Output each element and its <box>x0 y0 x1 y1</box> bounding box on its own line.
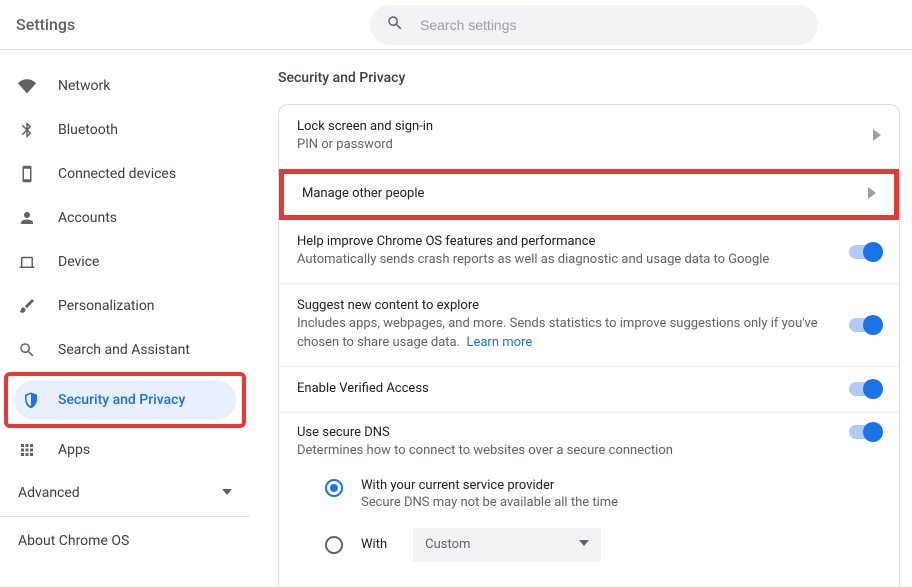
chevron-right-icon <box>873 129 881 145</box>
person-icon <box>18 209 36 227</box>
sidebar-item-apps[interactable]: Apps <box>0 428 250 472</box>
row-sub: Includes apps, webpages, and more. Sends… <box>297 315 849 351</box>
radio-title: With your current service provider <box>361 478 618 493</box>
row-manage-people[interactable]: Manage other people <box>284 174 894 215</box>
search-input[interactable] <box>420 17 802 33</box>
toggle-help-improve[interactable] <box>849 245 881 259</box>
brush-icon <box>18 297 36 315</box>
sidebar-item-label: Connected devices <box>58 166 176 182</box>
sidebar-item-label: Bluetooth <box>58 122 118 138</box>
toggle-secure-dns[interactable] <box>849 425 881 439</box>
sidebar-item-device[interactable]: Device <box>0 240 250 284</box>
phone-icon <box>18 165 36 183</box>
row-title: Manage other people <box>302 186 424 201</box>
sidebar-item-label: Accounts <box>58 210 117 226</box>
settings-card: Lock screen and sign-in PIN or password … <box>278 104 900 587</box>
radio-title: With <box>361 537 387 552</box>
chevron-right-icon <box>868 187 876 203</box>
toggle-suggest-content[interactable] <box>849 318 881 332</box>
dns-option-current-provider[interactable]: With your current service provider Secur… <box>325 478 881 510</box>
learn-more-link[interactable]: Learn more <box>466 335 532 350</box>
dns-option-custom[interactable]: With Custom <box>325 528 881 562</box>
search-icon <box>386 14 404 36</box>
laptop-icon <box>18 253 36 271</box>
row-help-improve: Help improve Chrome OS features and perf… <box>279 220 899 284</box>
sidebar-advanced-label: Advanced <box>18 485 80 501</box>
row-title: Lock screen and sign-in <box>297 119 873 134</box>
row-title: Help improve Chrome OS features and perf… <box>297 234 849 249</box>
sidebar-about[interactable]: About Chrome OS <box>0 517 250 565</box>
row-sub: Determines how to connect to websites ov… <box>297 442 673 460</box>
sidebar-advanced[interactable]: Advanced <box>0 474 250 512</box>
sidebar-item-label: Security and Privacy <box>58 392 185 408</box>
dns-custom-select[interactable]: Custom <box>413 528 601 562</box>
sidebar-item-connected-devices[interactable]: Connected devices <box>0 152 250 196</box>
sidebar-item-label: Search and Assistant <box>58 342 190 358</box>
sidebar-highlight-frame: Security and Privacy <box>4 372 246 428</box>
radio-sub: Secure DNS may not be available all the … <box>361 495 618 510</box>
row-title: Suggest new content to explore <box>297 298 849 313</box>
row-verified-access: Enable Verified Access <box>279 367 899 413</box>
chevron-down-icon <box>222 485 232 501</box>
radio-icon <box>325 479 343 497</box>
sidebar-item-label: Network <box>58 78 110 94</box>
sidebar-item-network[interactable]: Network <box>0 64 250 108</box>
sidebar-item-search-assistant[interactable]: Search and Assistant <box>0 328 250 372</box>
row-highlight-frame: Manage other people <box>279 169 899 220</box>
page-title: Settings <box>16 15 75 34</box>
row-sub: Automatically sends crash reports as wel… <box>297 251 849 269</box>
bluetooth-icon <box>18 121 36 139</box>
row-sub: PIN or password <box>297 136 873 154</box>
sidebar-item-personalization[interactable]: Personalization <box>0 284 250 328</box>
section-title: Security and Privacy <box>278 70 900 86</box>
search-container[interactable] <box>370 5 818 45</box>
sidebar-item-label: Apps <box>58 442 90 458</box>
row-suggest-content: Suggest new content to explore Includes … <box>279 284 899 366</box>
apps-icon <box>18 441 36 459</box>
row-title: Use secure DNS <box>297 425 673 440</box>
row-title: Enable Verified Access <box>297 381 849 396</box>
shield-icon <box>22 391 40 409</box>
sidebar-item-label: Personalization <box>58 298 155 314</box>
select-value: Custom <box>425 537 470 552</box>
search-icon <box>18 341 36 359</box>
radio-icon <box>325 536 343 554</box>
wifi-icon <box>18 77 36 95</box>
toggle-verified-access[interactable] <box>849 382 881 396</box>
row-lock-screen[interactable]: Lock screen and sign-in PIN or password <box>279 105 899 169</box>
sidebar-item-bluetooth[interactable]: Bluetooth <box>0 108 250 152</box>
sidebar-item-security-privacy[interactable]: Security and Privacy <box>14 380 236 420</box>
chevron-down-icon <box>579 537 589 552</box>
row-secure-dns: Use secure DNS Determines how to connect… <box>279 413 899 587</box>
sidebar-item-accounts[interactable]: Accounts <box>0 196 250 240</box>
sidebar-item-label: Device <box>58 254 99 270</box>
